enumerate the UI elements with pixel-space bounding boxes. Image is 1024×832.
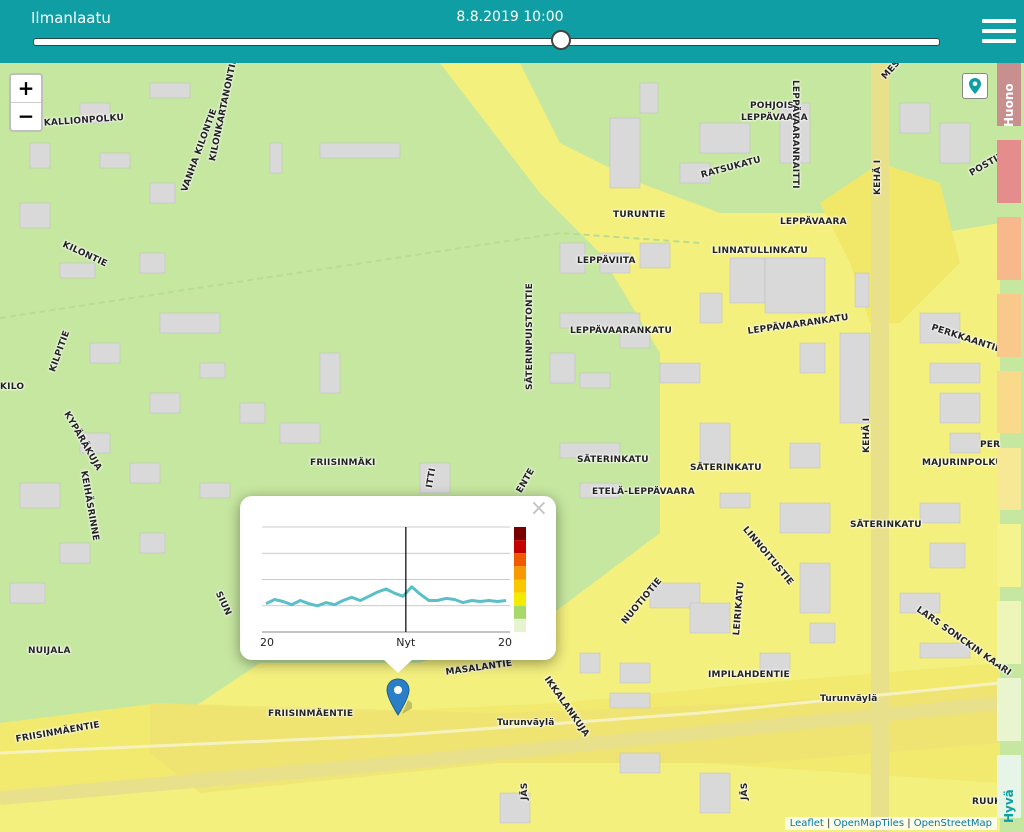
zoom-control: + − xyxy=(9,73,43,132)
legend-swatch xyxy=(997,139,1021,203)
selected-datetime: 8.8.2019 10:00 xyxy=(456,9,564,25)
zoom-in-button[interactable]: + xyxy=(11,75,41,103)
street-label: SÄTERINPUISTONTIE xyxy=(525,283,535,390)
chart-scale-swatch xyxy=(514,527,526,541)
station-popup: 20 Nyt 20 × xyxy=(240,496,556,660)
chart-scale-swatch xyxy=(514,553,526,567)
chart-scale-swatch xyxy=(514,579,526,593)
location-pin-icon xyxy=(969,78,981,94)
street-label: LEPPÄVIITA xyxy=(577,256,636,266)
menu-button[interactable] xyxy=(982,19,1016,45)
popup-tip xyxy=(383,659,413,673)
street-label: ETELÄ-LEPPÄVAARA xyxy=(592,487,695,497)
street-label: KILO xyxy=(0,382,25,392)
street-label: IMPILAHDENTIE xyxy=(708,670,790,680)
openmaptiles-link[interactable]: OpenMapTiles xyxy=(834,818,905,829)
air-quality-legend: Huono Hyvä xyxy=(997,63,1021,832)
legend-swatch xyxy=(997,216,1021,280)
air-quality-trend-chart: 20 Nyt 20 xyxy=(260,526,526,649)
chart-scale-swatch xyxy=(514,605,526,619)
chart-tick-label: Nyt xyxy=(396,636,416,649)
street-label: KEHÄ I xyxy=(873,159,883,195)
map-marker-icon xyxy=(386,678,416,716)
air-quality-map[interactable]: ILMANKALLIONPOLKU VANHA KILONTIE KILONKART… xyxy=(0,63,1024,832)
time-slider[interactable] xyxy=(33,30,940,50)
street-label: LEPPÄVAARANKATU xyxy=(570,326,673,336)
attribution-separator: | xyxy=(904,818,914,829)
chart-tick-label: 20 xyxy=(260,636,274,649)
street-label: LEPPÄVAARA xyxy=(780,217,847,227)
street-label: SÄTERINKATU xyxy=(690,463,762,473)
attribution-separator: | xyxy=(823,818,834,829)
street-label: NUIJALA xyxy=(28,646,71,656)
street-label: FRIISINMÄKI xyxy=(310,458,376,468)
legend-good-label: Hyvä xyxy=(1002,789,1016,823)
street-label: MAJURINPOLKU xyxy=(922,458,1003,468)
chart-scale-swatch xyxy=(514,592,526,606)
chart-scale-swatch xyxy=(514,566,526,580)
street-label: TURUNTIE xyxy=(613,210,666,220)
chart-tick-label: 20 xyxy=(498,636,512,649)
popup-close-button[interactable]: × xyxy=(530,496,548,521)
street-label: SÄTERINKATU xyxy=(850,520,922,530)
locate-button[interactable] xyxy=(962,73,988,99)
street-label: JÄS xyxy=(740,782,750,800)
hamburger-icon-bar xyxy=(982,29,1016,33)
app-title: Ilmanlaatu xyxy=(31,9,111,27)
zoom-out-button[interactable]: − xyxy=(11,103,41,130)
openstreetmap-link[interactable]: OpenStreetMap xyxy=(914,818,992,829)
chart-scale-swatch xyxy=(514,540,526,554)
legend-swatch xyxy=(997,293,1021,357)
street-label: LINNATULLINKATU xyxy=(712,246,808,256)
street-label: FRIISINMÄENTIE xyxy=(268,709,354,719)
legend-swatch xyxy=(997,524,1021,588)
street-label: JÄS xyxy=(520,782,530,800)
chart-series-line xyxy=(265,585,507,608)
time-slider-handle[interactable] xyxy=(550,30,571,50)
station-marker[interactable] xyxy=(386,678,416,722)
legend-swatch xyxy=(997,447,1021,511)
legend-bad-label: Huono xyxy=(1002,83,1016,127)
app-header: Ilmanlaatu 8.8.2019 10:00 xyxy=(0,0,1024,63)
legend-swatch xyxy=(997,370,1021,434)
hamburger-icon-bar xyxy=(982,39,1016,43)
legend-swatch xyxy=(997,678,1021,742)
street-label: Turunväylä xyxy=(497,718,555,728)
chart-scale-swatch xyxy=(514,618,526,632)
leaflet-link[interactable]: Leaflet xyxy=(790,818,824,829)
legend-swatch xyxy=(997,601,1021,665)
map-attribution: Leaflet | OpenMapTiles | OpenStreetMap xyxy=(784,817,997,830)
street-label: KEHÄ I xyxy=(862,417,872,453)
hamburger-icon-bar xyxy=(982,19,1016,23)
street-label: Turunväylä xyxy=(820,694,878,704)
street-label: SÄTERINKATU xyxy=(577,455,649,465)
street-label: LEPPÄVAARANRAITTI xyxy=(790,80,800,189)
